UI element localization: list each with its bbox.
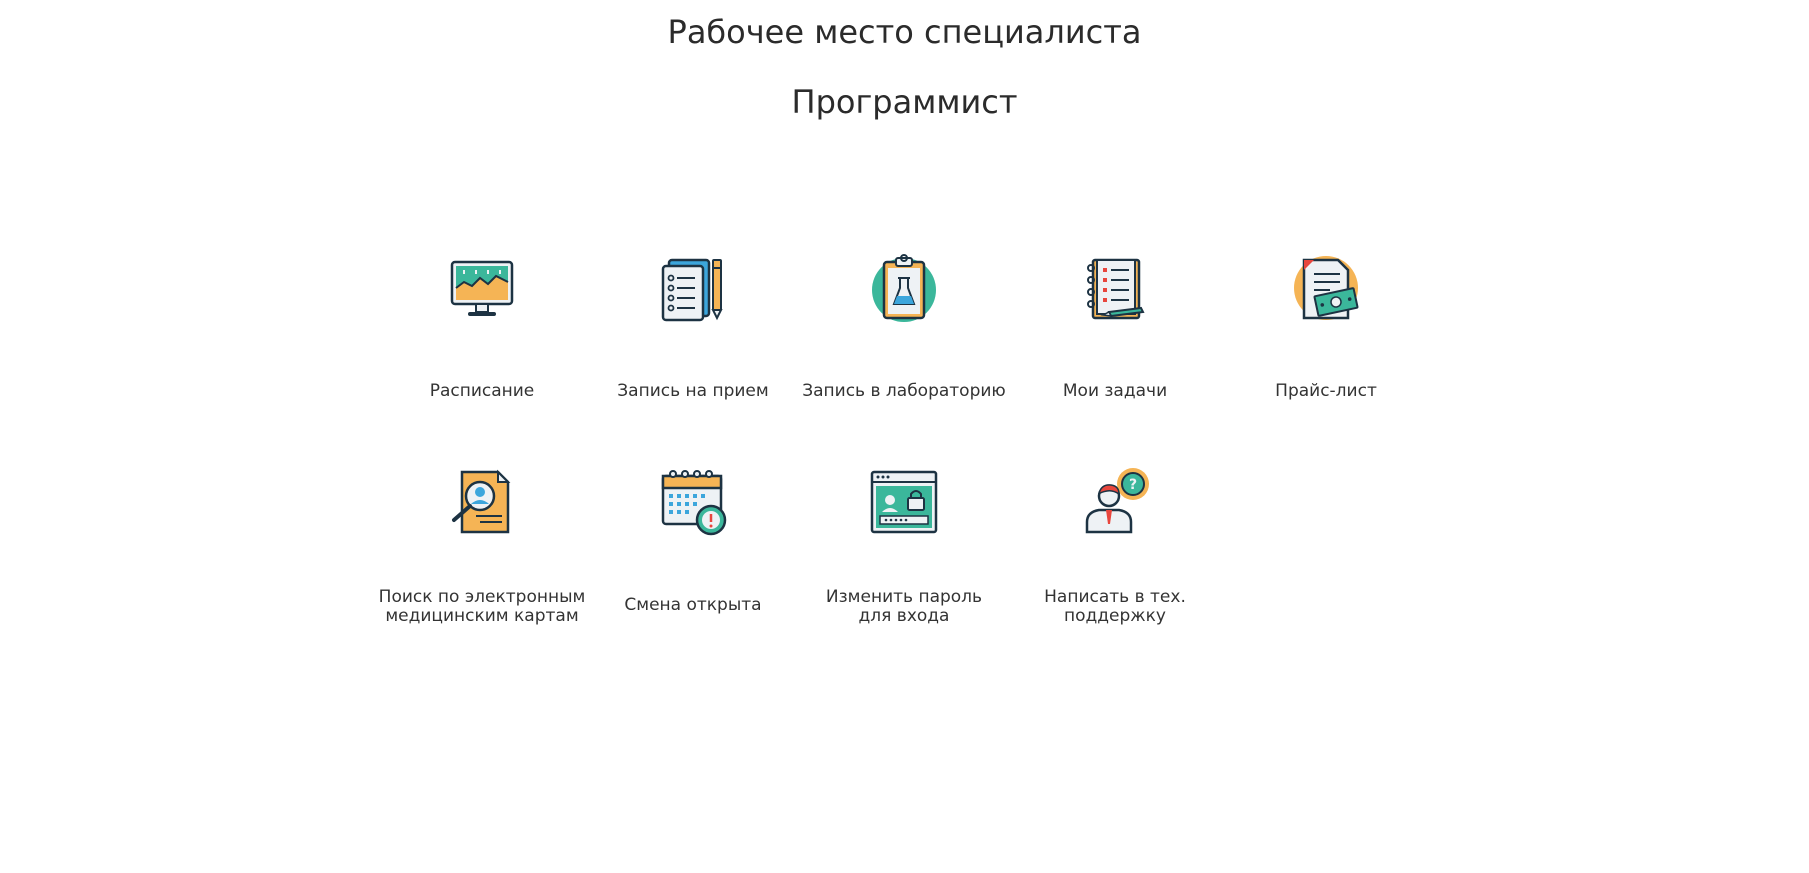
tile-appointment[interactable]: Запись на прием	[587, 232, 799, 422]
checklist-pencil-icon	[657, 252, 729, 324]
tile-label: Смена открыта	[624, 595, 762, 615]
tile-emr-search[interactable]: Поиск по электронным медицинским картам	[376, 446, 588, 636]
support-person-question-icon: ?	[1079, 466, 1151, 538]
calendar-clock-icon	[657, 466, 729, 538]
tile-label: Запись в лабораторию	[802, 381, 1006, 401]
document-search-person-icon	[446, 466, 518, 538]
tile-label: Запись на прием	[617, 381, 769, 401]
page-title: Рабочее место специалиста	[667, 13, 1142, 51]
monitor-chart-icon	[446, 252, 518, 324]
tile-label: Изменить пароль для входа	[825, 587, 983, 626]
tile-label: Мои задачи	[1062, 381, 1168, 401]
tile-my-tasks[interactable]: Мои задачи	[1009, 232, 1221, 422]
tile-change-password[interactable]: Изменить пароль для входа	[798, 446, 1010, 636]
tile-shift-open[interactable]: Смена открыта	[587, 446, 799, 636]
svg-text:?: ?	[1129, 477, 1137, 493]
tile-label: Прайс-лист	[1275, 381, 1377, 401]
browser-lock-icon	[868, 466, 940, 538]
tile-label: Поиск по электронным медицинским картам	[378, 587, 586, 626]
tile-price-list[interactable]: Прайс-лист	[1220, 232, 1432, 422]
tile-schedule[interactable]: Расписание	[376, 232, 588, 422]
price-document-cash-icon	[1290, 252, 1362, 324]
tile-label: Написать в тех. поддержку	[1044, 587, 1186, 626]
tile-label: Расписание	[429, 381, 535, 401]
tile-lab-appointment[interactable]: Запись в лабораторию	[798, 232, 1010, 422]
notebook-tasks-icon	[1079, 252, 1151, 324]
clipboard-flask-icon	[868, 252, 940, 324]
tile-support[interactable]: ? Написать в тех. поддержку	[1009, 446, 1221, 636]
workspace-page: Рабочее место специалиста Программист Ра…	[0, 0, 1809, 873]
role-title: Программист	[791, 83, 1018, 121]
